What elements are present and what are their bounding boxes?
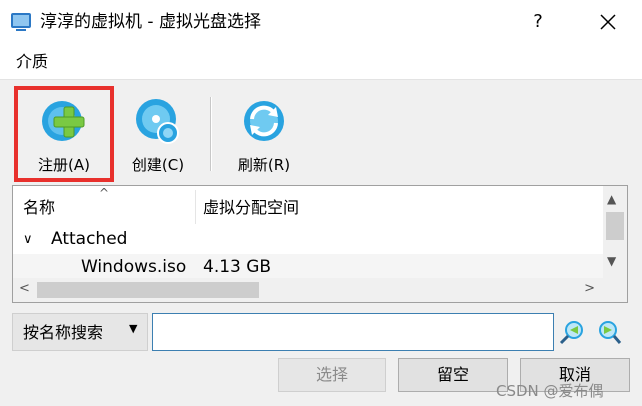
- column-header-name[interactable]: 名称: [23, 196, 55, 220]
- window-title: 淳淳的虚拟机 - 虚拟光盘选择: [40, 12, 261, 32]
- leave-empty-button[interactable]: 留空: [398, 358, 508, 392]
- search-row: 按名称搜索 ▼: [12, 313, 628, 353]
- search-input[interactable]: [152, 313, 554, 351]
- choose-button[interactable]: 选择: [278, 358, 386, 392]
- vertical-scroll-thumb[interactable]: [606, 212, 624, 240]
- scroll-left-icon[interactable]: <: [19, 281, 30, 296]
- group-label: Attached: [51, 229, 128, 249]
- vertical-scrollbar[interactable]: ▲ ▼: [603, 186, 627, 278]
- toolbar-separator: [210, 97, 212, 171]
- register-highlight-box: [14, 86, 114, 182]
- column-header-virtual-size[interactable]: 虚拟分配空间: [203, 196, 299, 220]
- title-bar: 淳淳的虚拟机 - 虚拟光盘选择 ?: [0, 0, 642, 44]
- close-icon[interactable]: [594, 8, 622, 36]
- create-button[interactable]: 创建(C): [116, 87, 200, 177]
- watermark: CSDN @爱布偶: [496, 382, 604, 400]
- search-next-icon[interactable]: [594, 318, 622, 346]
- item-size: 4.13 GB: [203, 257, 272, 277]
- scroll-corner: [603, 278, 627, 302]
- tree-header: ^ 名称 虚拟分配空间: [13, 186, 603, 226]
- horizontal-scroll-thumb[interactable]: [37, 282, 259, 298]
- sort-ascending-icon: ^: [99, 186, 110, 200]
- scroll-up-icon[interactable]: ▲: [607, 192, 616, 206]
- tree-item[interactable]: Windows.iso 4.13 GB: [13, 254, 603, 280]
- column-divider[interactable]: [195, 190, 196, 224]
- search-mode-dropdown[interactable]: 按名称搜索 ▼: [12, 313, 148, 351]
- menu-media[interactable]: 介质: [16, 51, 48, 73]
- refresh-label: 刷新(R): [237, 156, 291, 174]
- scroll-right-icon[interactable]: >: [584, 281, 595, 296]
- create-disc-icon: [136, 99, 179, 144]
- refresh-disc-icon: [244, 101, 284, 141]
- scroll-down-icon[interactable]: ▼: [607, 254, 616, 268]
- media-tree[interactable]: ^ 名称 虚拟分配空间 ∨ Attached Windows.iso 4.13 …: [12, 185, 628, 303]
- create-label: 创建(C): [131, 156, 185, 174]
- item-name: Windows.iso: [81, 257, 187, 277]
- search-previous-icon[interactable]: [558, 318, 586, 346]
- chevron-down-icon[interactable]: ∨: [23, 228, 33, 252]
- refresh-button[interactable]: 刷新(R): [222, 87, 306, 177]
- search-mode-label: 按名称搜索: [23, 323, 104, 342]
- help-button[interactable]: ?: [524, 8, 552, 36]
- dropdown-arrow-icon: ▼: [129, 322, 138, 335]
- app-icon: [11, 13, 31, 31]
- tree-group-attached[interactable]: ∨ Attached: [13, 226, 603, 254]
- menu-bar: 介质: [0, 44, 642, 80]
- horizontal-scrollbar[interactable]: < >: [13, 278, 603, 302]
